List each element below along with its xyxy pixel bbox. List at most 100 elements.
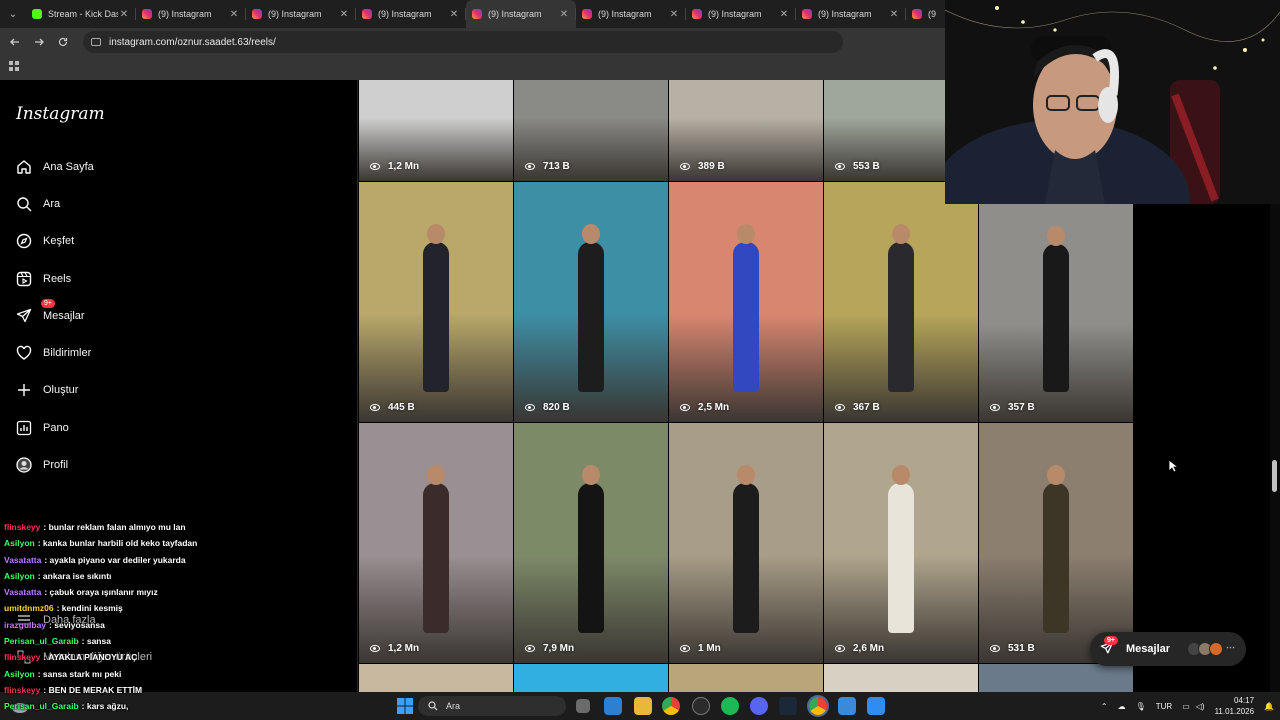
tab-title: (9) Instagram — [708, 9, 762, 19]
browser-tab[interactable]: (9) Instagram ✕ — [466, 0, 576, 28]
instagram-logo[interactable]: Instagram — [16, 104, 105, 124]
reel-thumbnail-partial[interactable] — [359, 664, 513, 692]
reel-thumbnail[interactable]: 1,2 Mn — [359, 423, 513, 663]
app-icon[interactable] — [692, 697, 710, 715]
chrome-active-icon[interactable] — [809, 697, 827, 715]
chat-username[interactable]: umitdnmz06 — [4, 603, 54, 613]
browser-tab[interactable]: (9 — [906, 0, 944, 28]
browser-tab[interactable]: (9) Instagram ✕ — [356, 0, 466, 28]
reel-thumbnail[interactable]: 367 B — [824, 182, 978, 422]
task-view-icon[interactable] — [576, 699, 590, 713]
nav-dashboard[interactable]: Pano — [16, 416, 69, 440]
tab-close-icon[interactable]: ✕ — [448, 9, 460, 20]
nav-explore[interactable]: Keşfet — [16, 229, 74, 253]
notification-bell-icon[interactable]: 🔔 — [1264, 702, 1274, 711]
chat-username[interactable]: Asilyon — [4, 538, 35, 548]
nav-profile[interactable]: Profil — [16, 453, 68, 477]
reel-view-count: 445 B — [370, 402, 415, 413]
browser-tab[interactable]: (9) Instagram ✕ — [136, 0, 246, 28]
reload-button[interactable] — [51, 30, 75, 54]
file-explorer-icon[interactable] — [604, 697, 622, 715]
tab-close-icon[interactable]: ✕ — [558, 9, 570, 20]
reel-thumbnail-partial[interactable] — [824, 664, 978, 692]
taskbar-search[interactable]: Ara — [418, 696, 566, 716]
tab-search-menu-button[interactable]: ⌄ — [0, 0, 26, 28]
chat-message: Asilyon: sansa stark mı peki — [4, 669, 254, 685]
reel-thumbnail-partial[interactable] — [669, 664, 823, 692]
chrome-icon[interactable] — [662, 697, 680, 715]
browser-tab[interactable]: (9) Instagram ✕ — [796, 0, 906, 28]
reel-views-label: 1,2 Mn — [388, 161, 420, 172]
reel-thumbnail[interactable]: 713 B — [514, 80, 668, 181]
browser-tab[interactable]: (9) Instagram ✕ — [576, 0, 686, 28]
browser-tab[interactable]: (9) Instagram ✕ — [246, 0, 356, 28]
network-icon[interactable]: ▭ — [1182, 702, 1190, 711]
chat-text: : ayakla piyano var dediler yukarda — [44, 554, 186, 565]
spotify-icon[interactable] — [721, 697, 739, 715]
tab-close-icon[interactable]: ✕ — [118, 9, 130, 20]
reel-person-head — [1047, 465, 1065, 485]
reel-thumbnail[interactable]: 389 B — [669, 80, 823, 181]
clock[interactable]: 04:17 11.01.2026 — [1215, 695, 1254, 717]
browser-tab[interactable]: (9) Instagram ✕ — [686, 0, 796, 28]
nav-messages[interactable]: 9+ Mesajlar — [16, 299, 85, 328]
reel-thumbnail-partial[interactable] — [514, 664, 668, 692]
reel-person-figure — [578, 483, 604, 633]
tab-close-icon[interactable]: ✕ — [888, 9, 900, 20]
tab-close-icon[interactable]: ✕ — [668, 9, 680, 20]
chat-username[interactable]: Perisan_ul_Garaib — [4, 636, 79, 646]
page-scrollbar-track[interactable] — [1270, 204, 1280, 692]
chat-username[interactable]: flinskeyy — [4, 685, 40, 695]
nav-reels-label: Reels — [43, 273, 72, 285]
onedrive-icon[interactable]: ☁ — [1118, 702, 1126, 711]
nav-create[interactable]: Oluştur — [16, 378, 78, 402]
chat-username[interactable]: Vasatatta — [4, 555, 41, 565]
reel-thumbnail[interactable]: 1 Mn — [669, 423, 823, 663]
chat-username[interactable]: Vasatatta — [4, 587, 41, 597]
tab-close-icon[interactable]: ✕ — [228, 9, 240, 20]
browser-tab[interactable]: Stream - Kick Das ✕ — [26, 0, 136, 28]
forward-button[interactable] — [27, 30, 51, 54]
page-scrollbar-thumb[interactable] — [1272, 460, 1277, 492]
tray-chevron-icon[interactable]: ⌃ — [1101, 702, 1108, 711]
site-info-icon[interactable] — [91, 38, 101, 46]
nav-notifications[interactable]: Bildirimler — [16, 341, 91, 365]
chat-message: Vasatatta: ayakla piyano var dediler yuk… — [4, 555, 254, 571]
chat-username[interactable]: Perisan_ul_Garaib — [4, 701, 79, 711]
steam-icon[interactable] — [779, 697, 797, 715]
reel-thumbnail[interactable]: 357 B — [979, 204, 1133, 422]
nav-home[interactable]: Ana Sayfa — [16, 155, 94, 179]
folder-icon[interactable] — [634, 697, 652, 715]
microphone-icon[interactable]: 🎙 — [1136, 702, 1146, 711]
reel-thumbnail[interactable]: 2,5 Mn — [669, 182, 823, 422]
chat-username[interactable]: Asilyon — [4, 571, 35, 581]
back-button[interactable] — [3, 30, 27, 54]
reel-thumbnail[interactable]: 820 B — [514, 182, 668, 422]
apps-grid-icon[interactable] — [9, 61, 19, 71]
notepad-icon[interactable] — [867, 697, 885, 715]
search-icon — [428, 701, 438, 711]
tab-close-icon[interactable]: ✕ — [778, 9, 790, 20]
chat-username[interactable]: irazgulbay — [4, 620, 46, 630]
volume-icon[interactable]: ◁) — [1196, 702, 1205, 711]
nav-search[interactable]: Ara — [16, 192, 60, 216]
nav-notifications-label: Bildirimler — [43, 347, 92, 359]
address-bar[interactable]: instagram.com/oznur.saadet.63/reels/ — [83, 31, 843, 53]
chat-username[interactable]: flinskeyy — [4, 522, 40, 532]
tab-close-icon[interactable]: ✕ — [338, 9, 350, 20]
discord-icon[interactable] — [750, 697, 768, 715]
nav-reels[interactable]: Reels — [16, 267, 71, 291]
chat-username[interactable]: flinskeyy — [4, 652, 40, 662]
messages-float-button[interactable]: 9+ Mesajlar ⋯ — [1090, 632, 1246, 666]
windows-start-icon[interactable] — [396, 697, 414, 715]
reel-thumbnail[interactable]: 1,2 Mn — [359, 80, 513, 181]
reel-thumbnail[interactable]: 2,6 Mn — [824, 423, 978, 663]
app-icon-2[interactable] — [838, 697, 856, 715]
reel-thumbnail-partial[interactable] — [979, 664, 1133, 692]
reel-views-label: 367 B — [853, 402, 880, 413]
language-indicator[interactable]: TUR — [1156, 702, 1172, 711]
reel-thumbnail[interactable]: 7,9 Mn — [514, 423, 668, 663]
chat-username[interactable]: Asilyon — [4, 669, 35, 679]
reel-thumbnail[interactable]: 531 B — [979, 423, 1133, 663]
reel-thumbnail[interactable]: 445 B — [359, 182, 513, 422]
